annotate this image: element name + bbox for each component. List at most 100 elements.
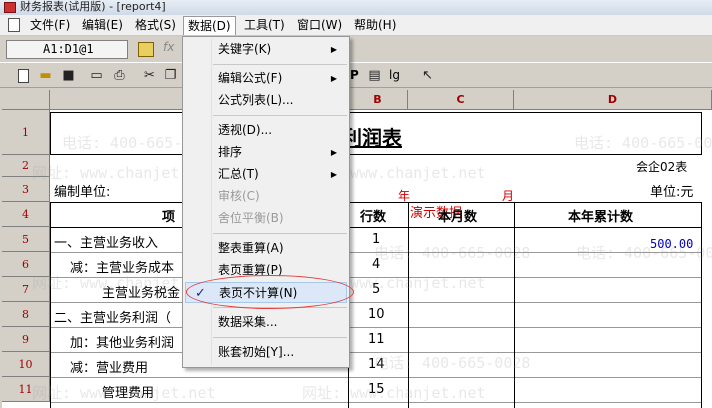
- line-label[interactable]: 管理费用: [102, 382, 154, 401]
- menu-item-sort[interactable]: 排序 ▶: [185, 142, 347, 163]
- menu-item-summary[interactable]: 汇总(T) ▶: [185, 164, 347, 185]
- menu-window[interactable]: 窗口(W): [293, 16, 346, 35]
- document-icon[interactable]: [8, 18, 20, 32]
- menu-item-label: 编辑公式(F): [218, 71, 283, 85]
- fx-icon[interactable]: fx: [163, 40, 174, 54]
- cell-reference-bar: A1:D1@1 fx: [0, 37, 712, 61]
- row-header-5[interactable]: 5: [2, 227, 50, 252]
- cut-icon[interactable]: ✂: [141, 67, 158, 84]
- col-d-border: [514, 202, 515, 408]
- row-header-2[interactable]: 2: [2, 155, 50, 177]
- line-number[interactable]: 11: [368, 332, 385, 347]
- line-number[interactable]: 1: [372, 232, 380, 247]
- menu-item-label: 账套初始[Y]...: [218, 345, 295, 359]
- help-cursor-icon[interactable]: ↖: [419, 67, 436, 84]
- row-header-9[interactable]: 9: [2, 327, 50, 352]
- save-icon[interactable]: ■: [60, 67, 77, 84]
- menu-item-label: 汇总(T): [218, 167, 259, 181]
- report-title: 利润表: [342, 126, 402, 150]
- line-label[interactable]: 加：其他业务利润: [70, 332, 174, 351]
- menu-separator: [213, 64, 347, 65]
- open-folder-icon[interactable]: ▬: [37, 67, 54, 84]
- p-button[interactable]: P: [350, 68, 359, 82]
- menu-item-pivot[interactable]: 透视(D)...: [185, 120, 347, 141]
- menu-tools[interactable]: 工具(T): [240, 16, 289, 35]
- row-header-3[interactable]: 3: [2, 177, 50, 202]
- row-line: [50, 402, 702, 403]
- table-top-border: [50, 202, 702, 203]
- row-line: [50, 377, 702, 378]
- print-preview-icon[interactable]: ▭: [88, 67, 105, 84]
- function-wizard-icon[interactable]: [138, 42, 154, 57]
- year-label: 年: [398, 189, 411, 203]
- row-header-1[interactable]: 1: [2, 110, 50, 155]
- menu-item-rounding-balance[interactable]: 舍位平衡(B): [185, 208, 347, 229]
- menu-file[interactable]: 文件(F): [26, 16, 74, 35]
- menu-item-label: 关键字(K): [218, 42, 272, 56]
- menu-format[interactable]: 格式(S): [131, 16, 180, 35]
- col-ytd-header: 本年累计数: [568, 210, 634, 225]
- currency-unit: 单位:元: [650, 185, 694, 200]
- col-lineno-header: 行数: [360, 210, 387, 225]
- line-ytd-value[interactable]: 500.00: [650, 237, 693, 251]
- row-header-6[interactable]: 6: [2, 252, 50, 277]
- menu-item-recalc-all[interactable]: 整表重算(A): [185, 238, 347, 259]
- col-item-header: 项: [162, 210, 176, 225]
- line-number[interactable]: 14: [368, 357, 385, 372]
- line-label[interactable]: 主营业务税金: [102, 282, 180, 301]
- row-line: [50, 252, 702, 253]
- row-header-4[interactable]: 4: [2, 202, 50, 227]
- menu-item-label: 排序: [218, 145, 243, 159]
- col-header-b[interactable]: B: [348, 90, 408, 110]
- col-month-header: 本月数: [438, 210, 478, 225]
- corner-cell[interactable]: [2, 90, 50, 110]
- submenu-arrow-icon: ▶: [330, 45, 337, 54]
- menu-item-formula-list[interactable]: 公式列表(L)...: [185, 90, 347, 111]
- line-number[interactable]: 15: [368, 382, 385, 397]
- line-label[interactable]: 二、主营业务利润（: [54, 307, 171, 326]
- line-label[interactable]: 减：营业费用: [70, 357, 148, 376]
- column-header-row: A B C D: [2, 90, 712, 110]
- new-file-icon[interactable]: [18, 69, 29, 83]
- menu-item-edit-formula[interactable]: 编辑公式(F) ▶: [185, 68, 347, 89]
- month-label: 月: [502, 189, 515, 203]
- menu-separator: [213, 337, 347, 338]
- copy-icon[interactable]: ❐: [162, 67, 179, 84]
- log-button[interactable]: lg: [389, 68, 400, 82]
- table-left-border: [50, 202, 51, 408]
- title-bottom-border: [50, 154, 702, 155]
- menu-item-label: 数据采集...: [218, 315, 278, 329]
- row-header-11[interactable]: 11: [2, 377, 50, 402]
- line-number[interactable]: 4: [372, 257, 380, 272]
- table-right-border: [701, 202, 702, 408]
- table-header-bottom: [50, 227, 702, 228]
- menu-item-account-init[interactable]: 账套初始[Y]...: [185, 342, 347, 363]
- menu-item-label: 公式列表(L)...: [218, 93, 294, 107]
- col-header-c[interactable]: C: [408, 90, 514, 110]
- row-header-7[interactable]: 7: [2, 277, 50, 302]
- sum-icon[interactable]: ▤: [366, 67, 383, 84]
- submenu-arrow-icon: ▶: [330, 74, 337, 83]
- unit-label: 编制单位:: [54, 185, 111, 200]
- report-sheet: A B C D 1 2 3 4 5 6 7 8 9 10 11 利润表 会企02…: [2, 90, 712, 408]
- print-icon[interactable]: ⎙: [111, 67, 128, 84]
- line-number[interactable]: 10: [368, 307, 385, 322]
- col-header-d[interactable]: D: [514, 90, 712, 110]
- menu-separator: [213, 115, 347, 116]
- menu-item-keyword[interactable]: 关键字(K) ▶: [185, 39, 347, 60]
- row-header-8[interactable]: 8: [2, 302, 50, 327]
- menu-data[interactable]: 数据(D): [183, 16, 236, 35]
- menu-item-data-collect[interactable]: 数据采集...: [185, 312, 347, 333]
- menu-help[interactable]: 帮助(H): [350, 16, 400, 35]
- menu-edit[interactable]: 编辑(E): [78, 16, 127, 35]
- cell-reference-field[interactable]: A1:D1@1: [6, 40, 128, 59]
- line-number[interactable]: 5: [372, 282, 380, 297]
- row-header-10[interactable]: 10: [2, 352, 50, 377]
- watermark-url: 网址: www.chanjet.net: [302, 384, 486, 402]
- menu-item-audit[interactable]: 审核(C): [185, 186, 347, 207]
- app-icon: [4, 2, 16, 13]
- line-label[interactable]: 一、主营业务收入: [54, 232, 158, 251]
- menu-separator: [213, 233, 347, 234]
- line-label[interactable]: 减：主营业务成本: [70, 257, 174, 276]
- menu-item-label: 整表重算(A): [218, 241, 284, 255]
